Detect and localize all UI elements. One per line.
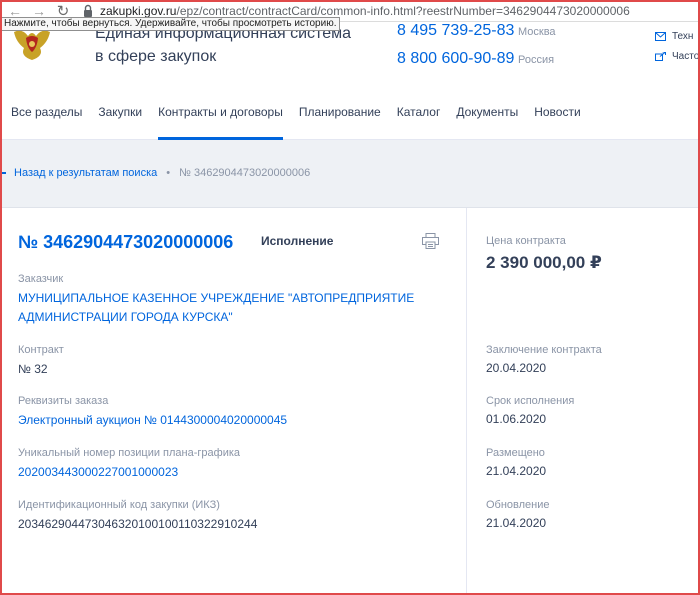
plan-position-link[interactable]: 202003443000227001000023 (18, 463, 240, 482)
nav-label: Планирование (298, 104, 381, 119)
phone-number: 8 800 600-90-89 (397, 50, 515, 67)
faq-link[interactable]: Часто (655, 46, 699, 66)
url-path: /epz/contract/contractCard/common-info.h… (176, 3, 630, 18)
field-value: 21.04.2020 (486, 516, 547, 530)
breadcrumb-band: Назад к результатам поиска • № 346290447… (0, 140, 700, 208)
url-host: zakupki.gov.ru (100, 3, 177, 18)
field-label: Уникальный номер позиции плана-графика (18, 447, 241, 459)
print-icon[interactable] (422, 233, 439, 249)
field-label: Идентификационный код закупки (ИКЗ) (18, 499, 220, 511)
field-label: Заказчик (18, 273, 64, 285)
order-field: Реквизиты заказа Электронный аукцион № 0… (18, 394, 287, 430)
external-link-icon (655, 51, 666, 61)
field-label: Обновление (486, 499, 550, 511)
order-link[interactable]: Электронный аукцион № 014430000402000004… (18, 411, 287, 430)
nav-label: Все разделы (11, 104, 83, 119)
field-value: 203462904473046320100100110322910244 (18, 517, 258, 531)
updated-field: Обновление 21.04.2020 (486, 498, 550, 532)
field-value: 21.04.2020 (486, 464, 547, 478)
customer-link[interactable]: МУНИЦИПАЛЬНОЕ КАЗЕННОЕ УЧРЕЖДЕНИЕ "АВТОП… (18, 289, 414, 327)
customer-line: АДМИНИСТРАЦИИ ГОРОДА КУРСКА" (18, 310, 233, 324)
phone-city: Россия (518, 54, 555, 66)
nav-item-catalog[interactable]: Каталог (397, 84, 441, 140)
phone-moscow[interactable]: 8 495 739-25-83 Москва (397, 22, 556, 50)
nav-item-contracts[interactable]: Контракты и договоры (158, 84, 283, 140)
breadcrumb-current: № 3462904473020000006 (179, 167, 311, 179)
url-field[interactable]: zakupki.gov.ru/epz/contract/contractCard… (100, 4, 630, 18)
phone-russia[interactable]: 8 800 600-90-89 Россия (397, 50, 556, 78)
breadcrumb-separator: • (166, 167, 171, 179)
ikz-field: Идентификационный код закупки (ИКЗ) 2034… (18, 498, 257, 534)
nav-item-planning[interactable]: Планирование (299, 84, 381, 140)
nav-label: Новости (534, 104, 581, 119)
card-divider (466, 208, 467, 595)
side-link-label: Часто (672, 50, 700, 62)
field-label: Заключение контракта (486, 344, 602, 356)
back-button-tooltip: Нажмите, чтобы вернуться. Удерживайте, ч… (0, 17, 341, 31)
phone-city: Москва (518, 26, 556, 38)
customer-field: Заказчик МУНИЦИПАЛЬНОЕ КАЗЕННОЕ УЧРЕЖДЕН… (18, 272, 414, 327)
coat-of-arms-icon[interactable] (4, 28, 60, 62)
mail-icon (655, 31, 666, 41)
tech-support-link[interactable]: Техн (655, 26, 699, 46)
contract-field: Контракт № 32 (18, 343, 64, 379)
menu-icon (0, 106, 5, 117)
phone-list: 8 495 739-25-83 Москва 8 800 600-90-89 Р… (397, 22, 556, 78)
nav-label: Контракты и договоры (158, 104, 283, 119)
phone-number: 8 495 739-25-83 (397, 22, 515, 39)
status-badge: Исполнение (261, 234, 334, 248)
field-value: 20.04.2020 (486, 361, 547, 375)
conclusion-field: Заключение контракта 20.04.2020 (486, 343, 602, 377)
field-label: Размещено (486, 447, 545, 459)
header-side-links: Техн Часто (655, 22, 699, 66)
field-label: Реквизиты заказа (18, 395, 109, 407)
back-to-results-link[interactable]: Назад к результатам поиска (14, 167, 157, 179)
field-label: Цена контракта (486, 235, 566, 247)
field-value: 01.06.2020 (486, 412, 547, 426)
price-value: 2 390 000,00 ₽ (486, 253, 602, 272)
term-field: Срок исполнения 01.06.2020 (486, 394, 574, 428)
back-dash-icon (0, 172, 6, 174)
contract-number-link[interactable]: № 3462904473020000006 (18, 232, 233, 253)
site-title-line2: в сфере закупок (95, 48, 217, 65)
side-link-label: Техн (672, 30, 694, 42)
main-nav: Все разделы Закупки Контракты и договоры… (0, 84, 700, 140)
nav-label: Каталог (396, 104, 441, 119)
nav-item-all-sections[interactable]: Все разделы (0, 84, 82, 140)
nav-item-news[interactable]: Новости (534, 84, 580, 140)
customer-line: МУНИЦИПАЛЬНОЕ КАЗЕННОЕ УЧРЕЖДЕНИЕ "АВТОП… (18, 291, 415, 305)
lock-icon[interactable] (82, 4, 94, 18)
posted-field: Размещено 21.04.2020 (486, 446, 546, 480)
nav-item-purchases[interactable]: Закупки (98, 84, 142, 140)
price-field: Цена контракта 2 390 000,00 ₽ (486, 234, 602, 273)
site-header: Единая информационная система в сфере за… (0, 22, 700, 84)
nav-item-documents[interactable]: Документы (456, 84, 518, 140)
breadcrumb: Назад к результатам поиска • № 346290447… (0, 167, 310, 179)
field-value: № 32 (18, 362, 48, 376)
nav-label: Закупки (98, 104, 143, 119)
nav-label: Документы (456, 104, 519, 119)
plan-position-field: Уникальный номер позиции плана-графика 2… (18, 446, 240, 482)
field-label: Срок исполнения (486, 395, 575, 407)
field-label: Контракт (18, 344, 64, 356)
